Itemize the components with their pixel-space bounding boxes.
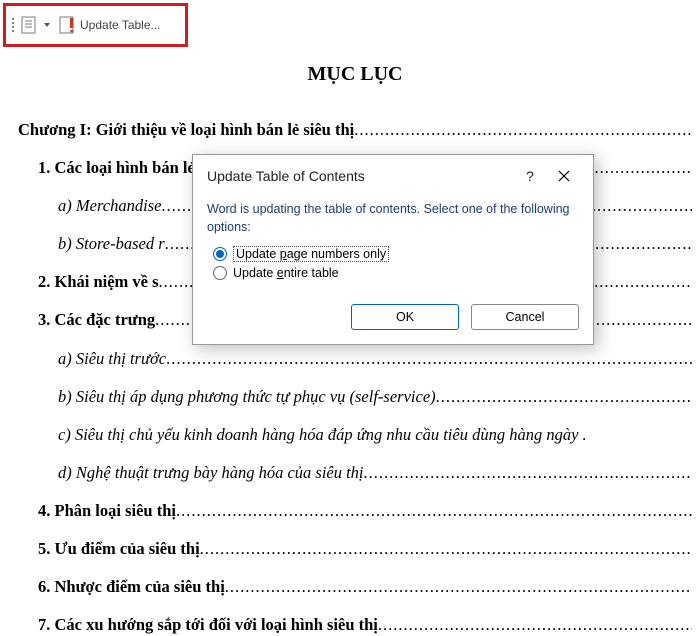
help-button[interactable]: ? xyxy=(513,165,547,187)
close-button[interactable] xyxy=(547,165,581,187)
toolbar-highlight: Update Table... xyxy=(3,3,188,47)
cancel-button[interactable]: Cancel xyxy=(471,304,579,330)
leader-dots xyxy=(166,347,692,370)
toc-h5: 5. Ưu điểm của siêu thị xyxy=(38,537,200,560)
radio-label-entire-table: Update entire table xyxy=(233,266,339,280)
toc-toolbar: Update Table... xyxy=(6,6,185,44)
leader-dots xyxy=(436,385,692,408)
chapter-heading: Chương I: Giới thiệu về loại hình bán lẻ… xyxy=(18,118,354,141)
update-table-button[interactable]: Update Table... xyxy=(80,18,161,32)
leader-dots xyxy=(200,537,692,560)
radio-unselected-icon xyxy=(213,266,227,280)
dialog-title: Update Table of Contents xyxy=(207,168,365,184)
toc-h3a: a) Siêu thị trước xyxy=(58,347,166,370)
leader-dots xyxy=(176,499,692,522)
toc-h2: 2. Khái niệm về s xyxy=(38,270,159,293)
toc-h7: 7. Các xu hướng sắp tới đối với loại hìn… xyxy=(38,613,378,636)
toc-h6: 6. Nhược điểm của siêu thị xyxy=(38,575,225,598)
update-table-icon[interactable] xyxy=(58,16,76,34)
toc-h3b: b) Siêu thị áp dụng phương thức tự phục … xyxy=(58,385,436,408)
toc-h3: 3. Các đặc trưng xyxy=(38,308,155,331)
toc-h1a: a) Merchandise xyxy=(58,194,161,217)
ok-button[interactable]: OK xyxy=(351,304,459,330)
radio-label-page-numbers: Update page numbers only xyxy=(233,246,389,262)
leader-dots xyxy=(354,118,692,141)
grip-icon xyxy=(12,18,14,32)
chevron-down-icon[interactable] xyxy=(44,23,50,27)
toc-h3d: d) Nghệ thuật trưng bày hàng hóa của siê… xyxy=(58,461,364,484)
close-icon xyxy=(558,170,570,182)
leader-dots xyxy=(364,461,692,484)
toc-h4: 4. Phân loại siêu thị xyxy=(38,499,176,522)
leader-dots xyxy=(225,575,692,598)
dialog-message: Word is updating the table of contents. … xyxy=(207,201,579,236)
radio-page-numbers-only[interactable]: Update page numbers only xyxy=(213,246,579,262)
doc-title: MỤC LỤC xyxy=(18,60,692,88)
leader-dots xyxy=(378,613,692,636)
toc-h1: 1. Các loại hình bán lẻ xyxy=(38,156,195,179)
toc-h3c: c) Siêu thị chủ yếu kinh doanh hàng hóa … xyxy=(58,423,587,446)
toc-dropdown-button[interactable] xyxy=(20,16,38,34)
radio-selected-icon xyxy=(213,247,227,261)
radio-entire-table[interactable]: Update entire table xyxy=(213,266,579,280)
update-toc-dialog: Update Table of Contents ? Word is updat… xyxy=(192,154,594,345)
toc-h1b: b) Store-based r xyxy=(58,232,165,255)
